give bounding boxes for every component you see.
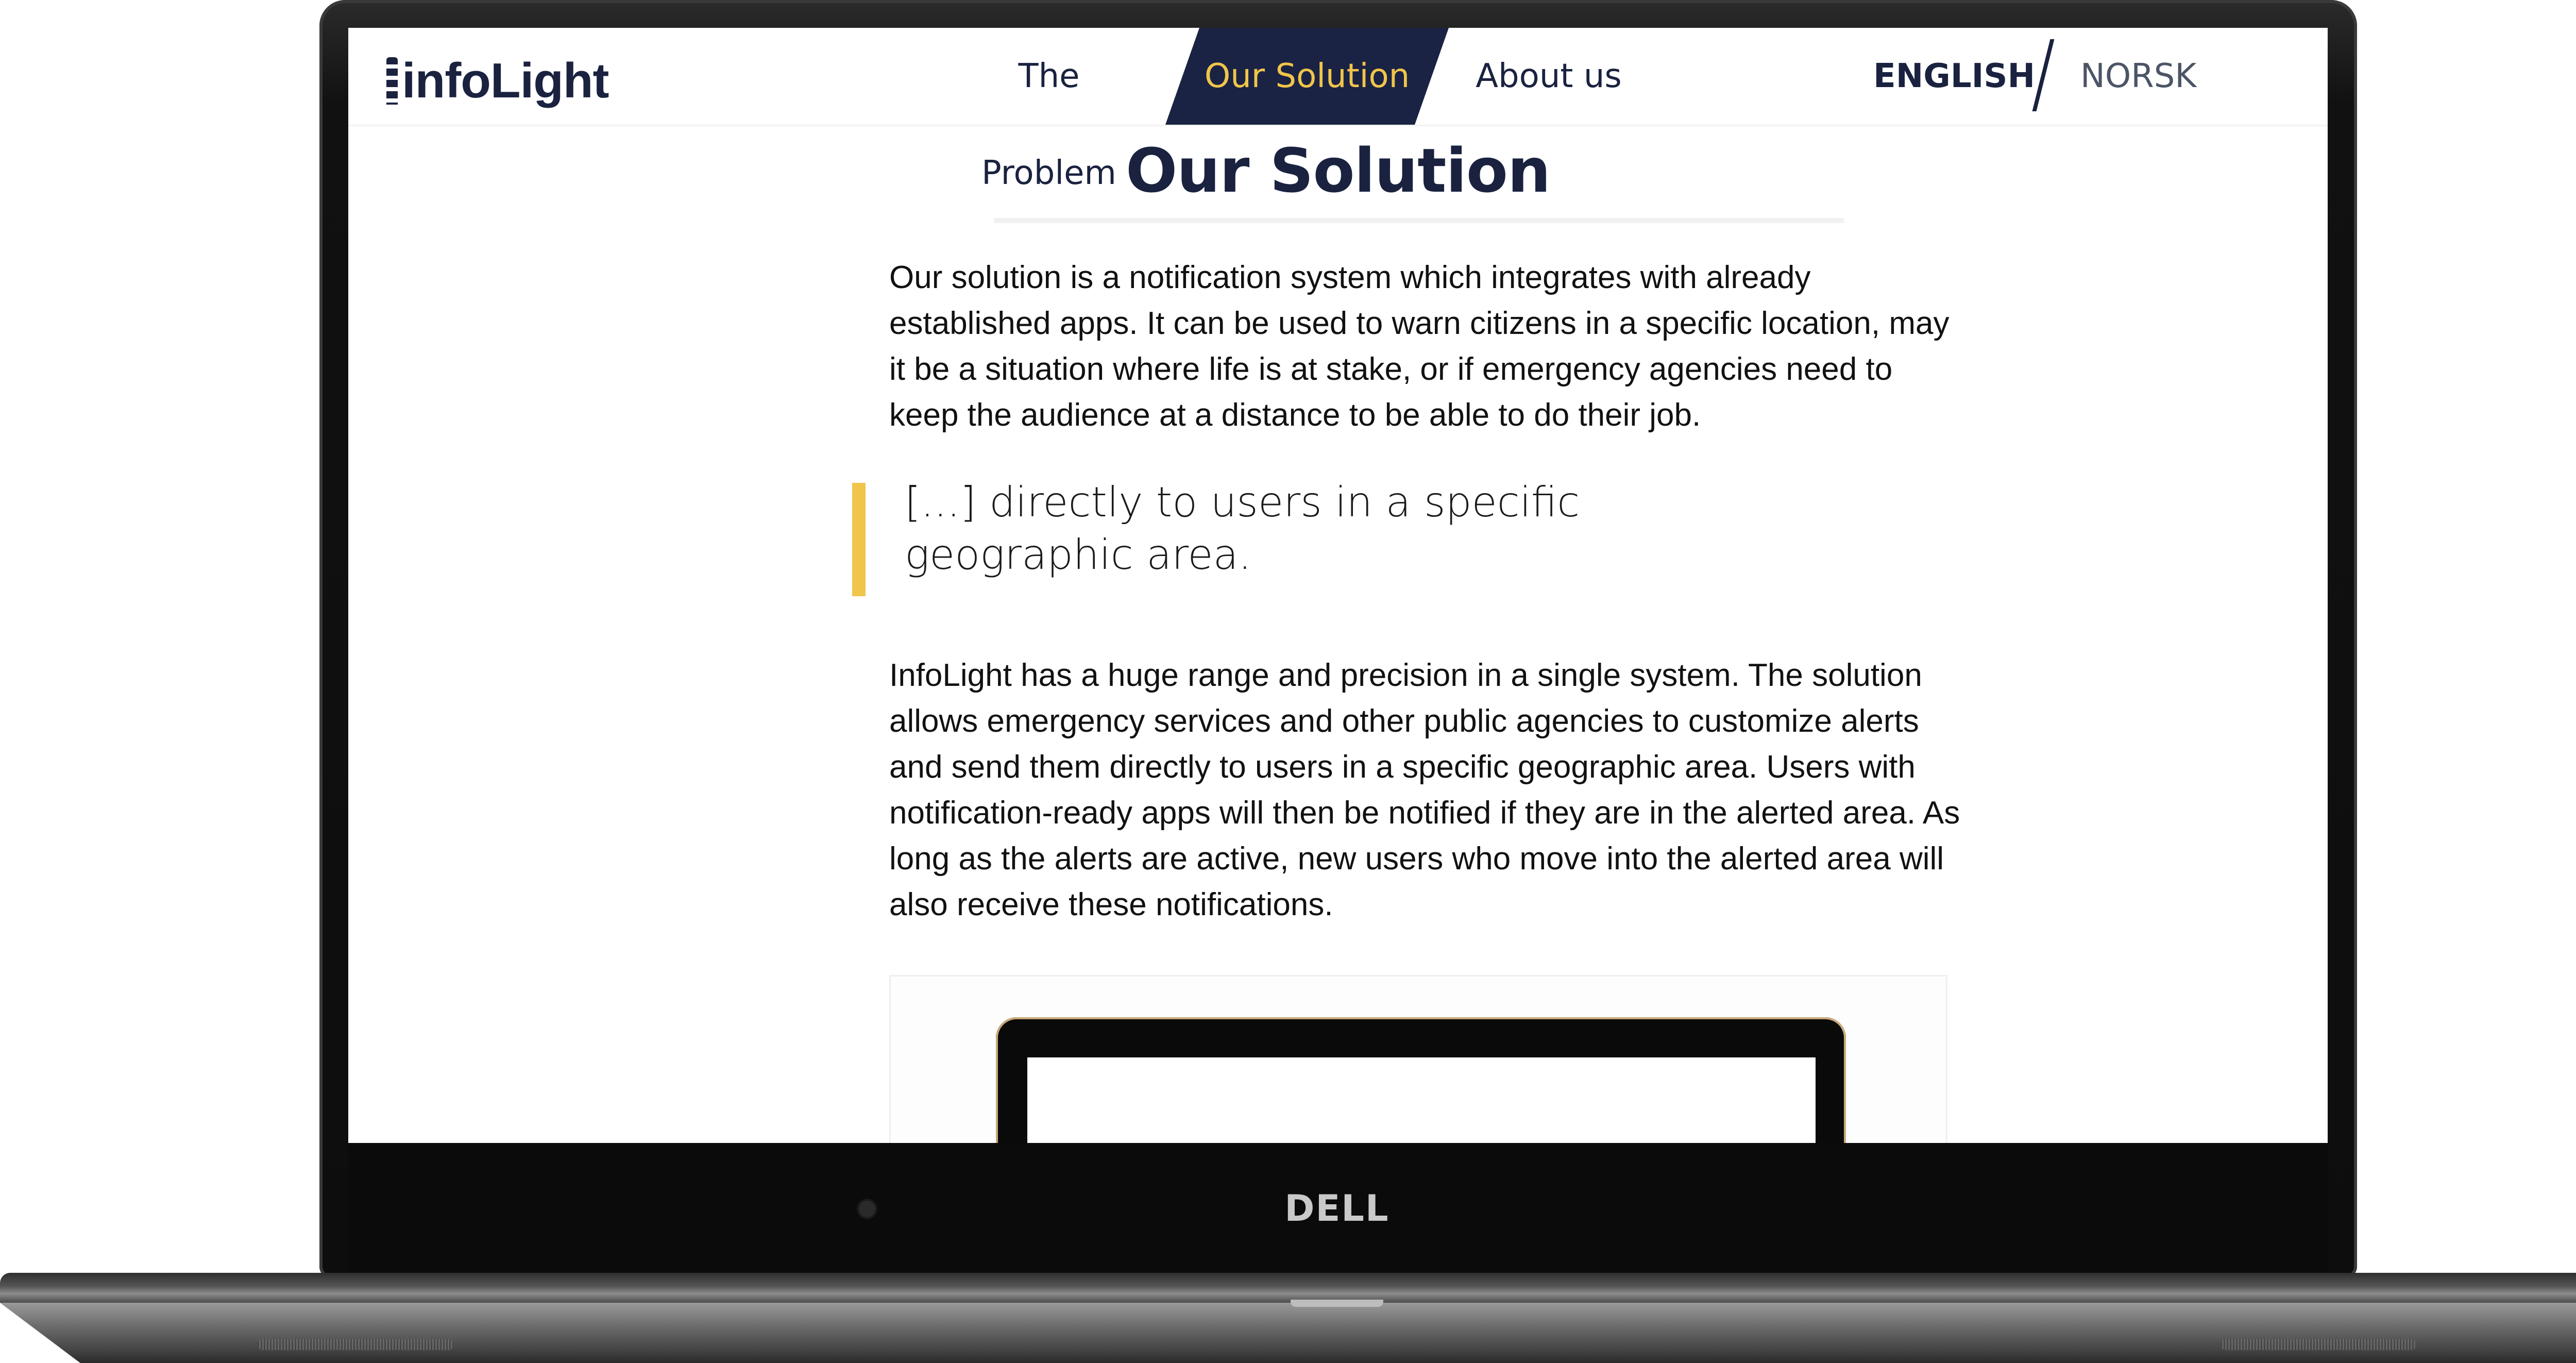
title-underline [994, 218, 1844, 223]
product-laptop-screen [1027, 1057, 1816, 1143]
nav-link-about-us[interactable]: About us [1466, 28, 1631, 125]
language-norsk-link[interactable]: NORSK [2080, 28, 2196, 125]
language-divider [2032, 39, 2055, 111]
body-paragraph: InfoLight has a huge range and precision… [889, 658, 1960, 922]
speaker-grille-right [2221, 1339, 2416, 1350]
laptop-brand-logo: DELL [1284, 1187, 1389, 1230]
webcam-icon [859, 1201, 875, 1217]
logo-text: infoLight [402, 53, 609, 108]
page-title: Our Solution [1125, 135, 1551, 206]
site-header: infoLight The Problem Our Solution About… [348, 28, 2328, 192]
intro-paragraph: Our solution is a notification system wh… [889, 260, 1950, 433]
quote-accent-bar [852, 483, 866, 596]
speaker-grille-left [258, 1339, 453, 1350]
lighthouse-icon [386, 57, 398, 105]
laptop-opening-notch [1291, 1300, 1383, 1307]
nav-link-the-problem[interactable]: The Problem [946, 28, 1152, 192]
laptop-screen: infoLight The Problem Our Solution About… [348, 28, 2328, 1143]
pull-quote: [...] directly to users in a specific ge… [905, 478, 1580, 579]
laptop-base [0, 1303, 2576, 1363]
language-english-link[interactable]: ENGLISH [1873, 28, 2035, 125]
nav-link-our-solution[interactable]: Our Solution [1165, 28, 1449, 125]
laptop-hinge [0, 1273, 2576, 1303]
site-logo[interactable]: infoLight [386, 53, 609, 109]
